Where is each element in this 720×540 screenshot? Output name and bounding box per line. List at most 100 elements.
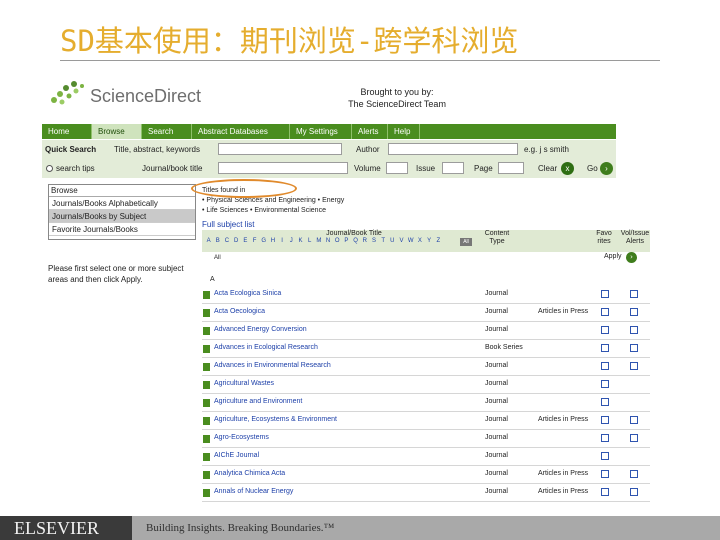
letter-m[interactable]: M <box>314 238 323 244</box>
browse-heading: Browse <box>49 185 195 197</box>
title-divider <box>60 60 660 61</box>
letter-n[interactable]: N <box>323 238 332 244</box>
nav-my-settings[interactable]: My Settings <box>290 124 352 139</box>
favorite-checkbox[interactable] <box>601 434 609 442</box>
journal-title-link[interactable]: Agricultural Wastes <box>214 380 274 387</box>
nav-home[interactable]: Home <box>42 124 92 139</box>
favorite-checkbox[interactable] <box>601 380 609 388</box>
favorite-checkbox[interactable] <box>601 308 609 316</box>
title-abstract-keywords-input[interactable] <box>218 143 342 155</box>
letter-w[interactable]: W <box>406 238 415 244</box>
letter-j[interactable]: J <box>287 238 296 244</box>
letter-d[interactable]: D <box>232 238 241 244</box>
issue-input[interactable] <box>442 162 464 174</box>
favorite-checkbox[interactable] <box>601 290 609 298</box>
articles-in-press-link[interactable]: Articles in Press <box>538 308 588 315</box>
journal-title-link[interactable]: Annals of Nuclear Energy <box>214 488 293 495</box>
favorite-checkbox[interactable] <box>601 326 609 334</box>
nav-search[interactable]: Search <box>142 124 192 139</box>
apply-go-icon[interactable]: › <box>626 252 637 263</box>
journal-title-link[interactable]: Advanced Energy Conversion <box>214 326 307 333</box>
logo-text: ScienceDirect <box>90 86 202 106</box>
alert-checkbox[interactable] <box>630 470 638 478</box>
letter-v[interactable]: V <box>397 238 406 244</box>
go-icon[interactable]: › <box>600 162 613 175</box>
nav-abstract-databases[interactable]: Abstract Databases <box>192 124 290 139</box>
favorite-checkbox[interactable] <box>601 416 609 424</box>
alert-checkbox[interactable] <box>630 290 638 298</box>
search-tips-radio[interactable] <box>46 165 53 172</box>
subject-area-line-2[interactable]: • Life Sciences • Environmental Science <box>202 206 344 216</box>
subject-area-line-1[interactable]: • Physical Sciences and Engineering • En… <box>202 196 344 206</box>
col-favorites-line2: rites <box>597 238 611 245</box>
author-input[interactable] <box>388 143 518 155</box>
clear-icon[interactable]: x <box>561 162 574 175</box>
letter-g[interactable]: G <box>259 238 268 244</box>
letter-t[interactable]: T <box>379 238 388 244</box>
sciencedirect-logo[interactable]: ScienceDirect <box>48 78 218 110</box>
journal-title-link[interactable]: Agriculture, Ecosystems & Environment <box>214 416 337 423</box>
clear-label[interactable]: Clear <box>538 164 557 173</box>
journal-title-link[interactable]: AIChE Journal <box>214 452 259 459</box>
alert-checkbox[interactable] <box>630 308 638 316</box>
favorite-checkbox[interactable] <box>601 398 609 406</box>
journal-book-title-input[interactable] <box>218 162 348 174</box>
letter-l[interactable]: L <box>305 238 314 244</box>
letter-a[interactable]: A <box>204 238 213 244</box>
content-type: Journal <box>485 398 508 405</box>
letter-x[interactable]: X <box>415 238 424 244</box>
alert-checkbox[interactable] <box>630 488 638 496</box>
letter-f[interactable]: F <box>250 238 259 244</box>
favorite-checkbox[interactable] <box>601 362 609 370</box>
nav-help[interactable]: Help <box>388 124 420 139</box>
alert-checkbox[interactable] <box>630 326 638 334</box>
letter-i[interactable]: I <box>278 238 287 244</box>
journal-title-link[interactable]: Agro-Ecosystems <box>214 434 269 441</box>
favorite-checkbox[interactable] <box>601 344 609 352</box>
page-input[interactable] <box>498 162 524 174</box>
favorite-checkbox[interactable] <box>601 452 609 460</box>
browse-by-subject[interactable]: Journals/Books by Subject <box>49 210 195 223</box>
letter-h[interactable]: H <box>268 238 277 244</box>
go-label[interactable]: Go <box>587 164 598 173</box>
letter-all-button[interactable]: All <box>460 238 472 246</box>
journal-title-link[interactable]: Analytica Chimica Acta <box>214 470 285 477</box>
alert-checkbox[interactable] <box>630 434 638 442</box>
col-favorites-header: Favo rites <box>593 230 615 246</box>
letter-q[interactable]: Q <box>351 238 360 244</box>
journal-title-link[interactable]: Acta Oecologica <box>214 308 265 315</box>
alert-checkbox[interactable] <box>630 362 638 370</box>
browse-favorites[interactable]: Favorite Journals/Books <box>49 223 195 236</box>
letter-r[interactable]: R <box>360 238 369 244</box>
sciencedirect-tree-icon <box>51 81 84 105</box>
favorite-checkbox[interactable] <box>601 470 609 478</box>
letter-b[interactable]: B <box>213 238 222 244</box>
journal-title-link[interactable]: Advances in Ecological Research <box>214 344 318 351</box>
alert-checkbox[interactable] <box>630 344 638 352</box>
favorite-checkbox[interactable] <box>601 488 609 496</box>
apply-label[interactable]: Apply <box>604 253 622 260</box>
articles-in-press-link[interactable]: Articles in Press <box>538 470 588 477</box>
volume-input[interactable] <box>386 162 408 174</box>
alert-checkbox[interactable] <box>630 416 638 424</box>
journal-title-link[interactable]: Acta Ecologica Sinica <box>214 290 281 297</box>
browse-alphabetically[interactable]: Journals/Books Alphabetically <box>49 197 195 210</box>
full-subject-list-link[interactable]: Full subject list <box>202 220 254 229</box>
letter-y[interactable]: Y <box>425 238 434 244</box>
title-abstract-keywords-label: Title, abstract, keywords <box>114 145 200 154</box>
letter-s[interactable]: S <box>369 238 378 244</box>
letter-p[interactable]: P <box>342 238 351 244</box>
nav-alerts[interactable]: Alerts <box>352 124 388 139</box>
letter-e[interactable]: E <box>241 238 250 244</box>
articles-in-press-link[interactable]: Articles in Press <box>538 488 588 495</box>
letter-u[interactable]: U <box>388 238 397 244</box>
letter-z[interactable]: Z <box>434 238 443 244</box>
articles-in-press-link[interactable]: Articles in Press <box>538 416 588 423</box>
col-type-line1: Content <box>484 230 510 237</box>
letter-o[interactable]: O <box>333 238 342 244</box>
letter-c[interactable]: C <box>222 238 231 244</box>
nav-browse[interactable]: Browse <box>92 124 142 139</box>
journal-title-link[interactable]: Advances in Environmental Research <box>214 362 331 369</box>
letter-k[interactable]: K <box>296 238 305 244</box>
journal-title-link[interactable]: Agriculture and Environment <box>214 398 302 405</box>
